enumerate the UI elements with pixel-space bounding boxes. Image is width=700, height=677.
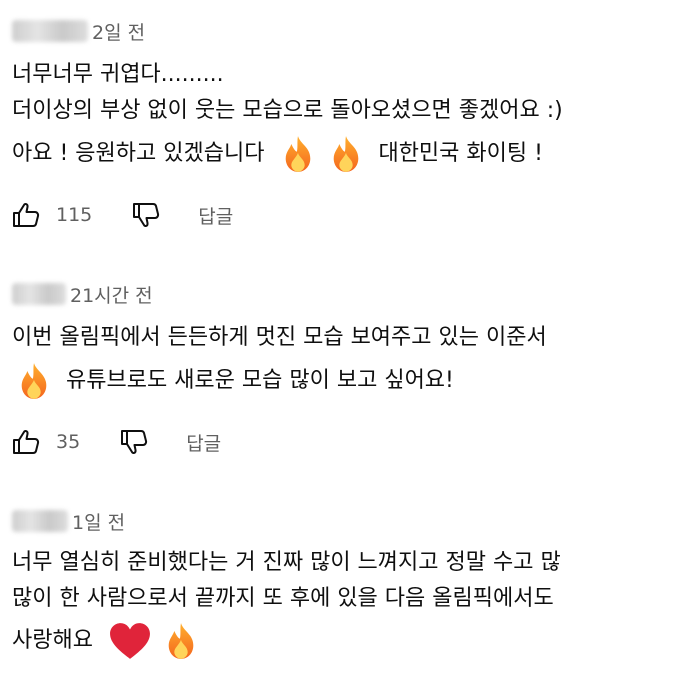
thumbs-down-icon[interactable]: [132, 202, 160, 228]
comment-text-line: 이번 올림픽에서 든든하게 멋진 모습 보여주고 있는 이준서: [12, 325, 547, 350]
comment-text-line: 너무너무 귀엽다.........: [12, 62, 224, 87]
fire-emoji: [280, 135, 316, 173]
comment: 2일 전 너무너무 귀엽다......... 더이상의 부상 없이 웃는 모습으…: [0, 0, 700, 250]
comment-text-line: 많이 한 사람으로서 끝까지 또 후에 있을 다음 올림픽에서도: [12, 586, 554, 611]
comment-header: 21시간 전: [12, 281, 153, 307]
thumbs-up-icon[interactable]: [12, 429, 40, 455]
comment-text-line: 유튜브로도 새로운 모습 많이 보고 싶어요!: [12, 360, 454, 402]
red-heart-emoji: [109, 622, 151, 660]
fire-emoji: [16, 362, 52, 400]
comment: 21시간 전 이번 올림픽에서 든든하게 멋진 모습 보여주고 있는 이준서 유…: [0, 270, 700, 470]
comment-time[interactable]: 21시간 전: [70, 281, 153, 308]
like-count: 115: [56, 204, 93, 226]
thumbs-up-icon[interactable]: [12, 202, 40, 228]
comment-actions: 115 답글: [12, 200, 233, 230]
comment-time[interactable]: 2일 전: [92, 18, 145, 45]
comment: 1일 전 너무 열심히 준비했다는 거 진짜 많이 느껴지고 정말 수고 많 많…: [0, 500, 700, 677]
fire-emoji: [163, 622, 199, 660]
reply-button[interactable]: 답글: [186, 429, 221, 456]
comment-time[interactable]: 1일 전: [72, 508, 125, 535]
like-count: 35: [56, 431, 81, 453]
comment-text-line: 더이상의 부상 없이 웃는 모습으로 돌아오셨으면 좋겠어요 :): [12, 98, 563, 123]
comment-text-line: 사랑해요: [12, 620, 205, 662]
fire-emoji: [328, 135, 364, 173]
comment-header: 1일 전: [12, 508, 125, 534]
comment-actions: 35 답글: [12, 427, 221, 457]
reply-button[interactable]: 답글: [198, 202, 233, 229]
blurred-author-name[interactable]: [12, 20, 88, 42]
comment-header: 2일 전: [12, 18, 145, 44]
blurred-author-name[interactable]: [12, 283, 66, 305]
blurred-author-name[interactable]: [12, 510, 68, 532]
thumbs-down-icon[interactable]: [120, 429, 148, 455]
comment-text-line: 너무 열심히 준비했다는 거 진짜 많이 느껴지고 정말 수고 많: [12, 550, 561, 575]
comment-text-line: 아요 ! 응원하고 있겠습니다 대한민국 화이팅 !: [12, 133, 543, 175]
